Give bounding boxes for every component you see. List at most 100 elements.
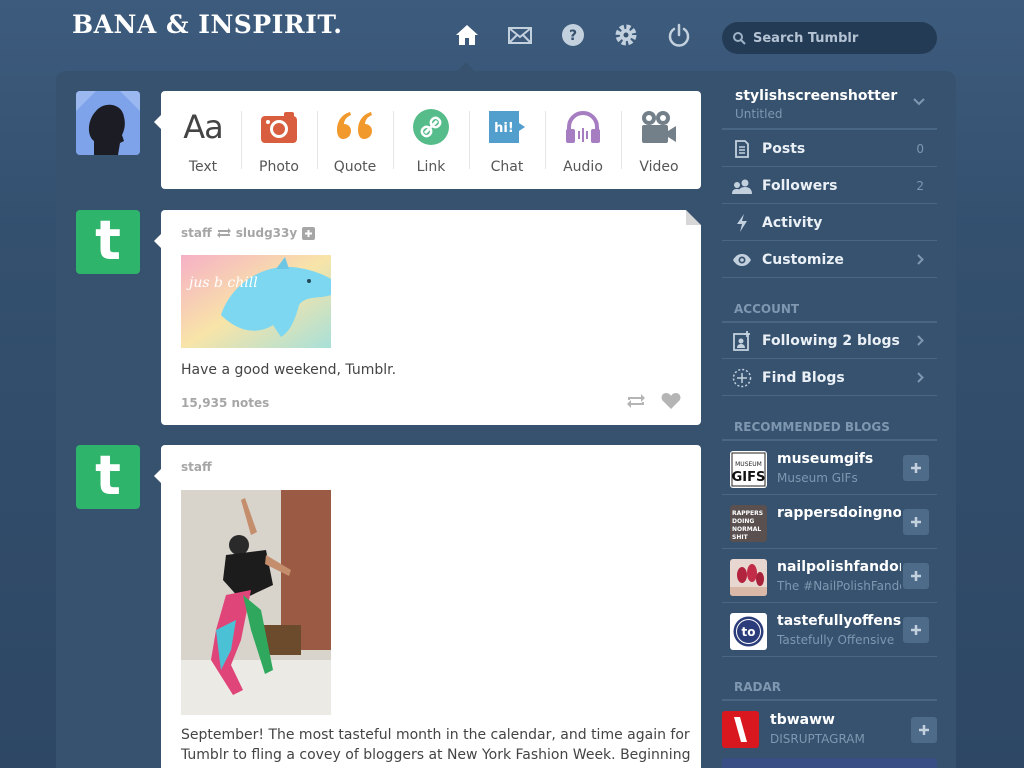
followers-icon [732,178,752,194]
recommended-blog-name: nailpolishfandom [777,559,901,575]
recommended-blog[interactable]: MUSEUM GIFS museumgifs Museum GIFs [722,441,937,495]
svg-text:GIFS: GIFS [732,470,766,485]
search-bar[interactable] [722,22,937,54]
sidebar-item-posts[interactable]: Posts 0 [722,131,937,167]
plus-icon [911,463,921,473]
radar-blog-title: DISRUPTAGRAM [770,732,865,746]
reblog-small-icon [216,228,231,238]
posts-icon [732,139,752,158]
my-avatar[interactable] [76,91,140,155]
video-camera-icon [639,109,679,145]
follow-button[interactable] [903,509,929,535]
post-type-quote[interactable]: Quote [317,91,393,189]
post-type-link[interactable]: Link [393,91,469,189]
text-post-icon: Aa [183,108,223,146]
recommended-blog-name: museumgifs [777,451,874,467]
sidebar-item-followers[interactable]: Followers 2 [722,168,937,204]
help-icon[interactable]: ? [560,22,586,48]
plus-icon [911,571,921,581]
plus-icon [919,725,929,735]
sidebar-item-find-blogs[interactable]: Find Blogs [722,360,937,396]
sidebar-item-customize[interactable]: Customize [722,242,937,278]
reblog-icon[interactable] [625,392,647,410]
post-type-chat[interactable]: hi! Chat [469,91,545,189]
post-type-audio[interactable]: Audio [545,91,621,189]
like-heart-icon[interactable] [661,392,681,410]
headphones-icon [563,109,603,145]
recommended-blog[interactable]: nailpolishfandom The #NailPolishFandom [722,549,937,603]
svg-text:jus b chill: jus b chill [186,275,258,291]
chevron-right-icon [917,254,924,265]
chevron-right-icon [917,372,924,383]
home-icon[interactable] [454,22,480,48]
svg-text:SHIT: SHIT [732,534,749,541]
radar-blog-name: tbwaww [770,712,835,728]
followers-count: 2 [916,178,924,193]
chevron-down-icon [913,98,925,106]
svg-text:?: ? [569,28,577,44]
sidebar-item-following[interactable]: Following 2 blogs [722,323,937,359]
svg-text:DOING: DOING [732,518,754,525]
staff-avatar[interactable]: t [76,445,140,509]
plus-icon [911,517,921,527]
lightning-icon [732,213,752,232]
post-corner-fold [686,210,701,225]
quote-icon [334,109,376,145]
post-header: staff [181,460,212,474]
post-author[interactable]: staff [181,460,212,474]
recommended-blog-name: rappersdoingnormalshit [777,505,901,521]
chat-icon: hi! [487,109,527,145]
post-type-text[interactable]: Aa Text [165,91,241,189]
post-type-photo[interactable]: Photo [241,91,317,189]
post-body-line: Tumblr to fling a covey of bloggers at N… [181,747,691,763]
post-card: staff September! The most tasteful month… [154,445,701,768]
follow-button[interactable] [911,717,937,743]
following-icon [732,330,752,351]
follow-button[interactable] [903,563,929,589]
recommended-blog-title: Tastefully Offensive [777,633,895,647]
radar-blog[interactable]: tbwaww DISRUPTAGRAM [722,701,937,753]
chevron-right-icon [917,335,924,346]
search-icon [733,32,746,45]
svg-text:NORMAL: NORMAL [732,526,761,533]
follow-button[interactable] [903,455,929,481]
section-title-recommended: RECOMMENDED BLOGS [734,420,890,434]
camera-icon [260,109,298,145]
dancer-photo[interactable] [181,490,331,719]
gear-icon[interactable] [613,22,639,48]
recommended-blog[interactable]: RAPPERSDOINGNORMALSHIT rappersdoingnorma… [722,495,937,549]
nav-active-caret [458,62,474,71]
post-card: staff sludg33y jus b chill Have a good w… [154,210,701,425]
blog-title: Untitled [735,107,783,121]
section-title-account: ACCOUNT [734,302,800,316]
post-author[interactable]: staff [181,226,212,240]
posts-count: 0 [916,141,924,156]
power-icon[interactable] [666,22,692,48]
link-icon [413,109,449,145]
blog-thumbnail: to [730,613,767,650]
follow-button[interactable] [903,617,929,643]
blog-thumbnail: RAPPERS DOING NORMAL SHIT [730,505,767,542]
search-input[interactable] [753,30,923,46]
blog-logo[interactable]: BANA & INSPIRIT. [72,10,342,39]
post-type-video[interactable]: Video [621,91,697,189]
reblogged-from[interactable]: sludg33y [236,226,298,240]
staff-avatar[interactable]: t [76,210,140,274]
recommended-blog[interactable]: to tastefullyoffensive Tastefully Offens… [722,603,937,657]
dolphin-photo[interactable]: jus b chill [181,255,331,352]
follow-plus-icon[interactable] [302,226,316,240]
compass-icon [732,368,752,388]
notes-count[interactable]: 15,935 notes [181,396,269,410]
mail-icon[interactable] [507,22,533,48]
post-actions [625,392,681,410]
blog-thumbnail [722,711,759,748]
eye-icon [732,253,752,266]
recommended-blog-title: The #NailPolishFandom [777,579,901,593]
blog-thumbnail: MUSEUM GIFS [730,451,767,488]
post-body: Have a good weekend, Tumblr. [181,362,397,378]
plus-icon [911,625,921,635]
blog-switcher[interactable]: stylishscreenshotter Untitled [722,86,937,130]
radar-post-preview[interactable] [722,758,937,768]
svg-text:hi!: hi! [494,121,514,136]
sidebar-item-activity[interactable]: Activity [722,205,937,241]
